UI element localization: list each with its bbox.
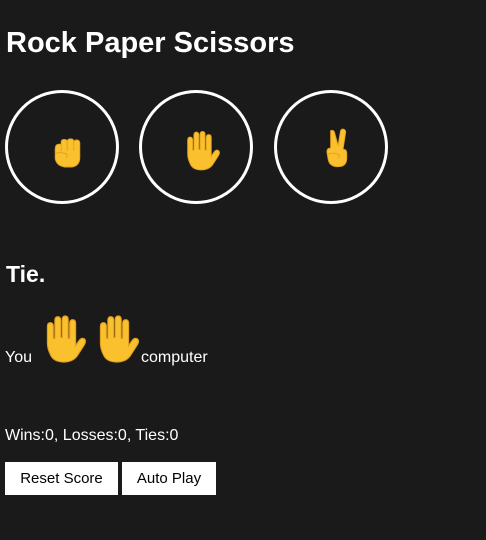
page: Rock Paper Scissors Tie. You computer Wi… [0, 0, 486, 540]
page-title: Rock Paper Scissors [6, 27, 295, 59]
auto-play-button[interactable]: Auto Play [122, 462, 216, 495]
scissors-button[interactable] [274, 90, 388, 204]
rock-button[interactable] [5, 90, 119, 204]
raised-hand-icon [46, 315, 87, 363]
raised-fist-icon [54, 138, 81, 168]
score-text: Wins:0, Losses:0, Ties:0 [5, 427, 179, 444]
played-moves: You computer [5, 310, 305, 370]
victory-hand-icon [326, 128, 348, 168]
paper-button[interactable] [139, 90, 253, 204]
raised-hand-icon [99, 315, 140, 363]
result-text: Tie. [6, 261, 46, 287]
you-label: You [5, 349, 32, 366]
reset-score-button[interactable]: Reset Score [5, 462, 118, 495]
raised-hand-icon [187, 131, 220, 171]
computer-label: computer [141, 349, 208, 366]
